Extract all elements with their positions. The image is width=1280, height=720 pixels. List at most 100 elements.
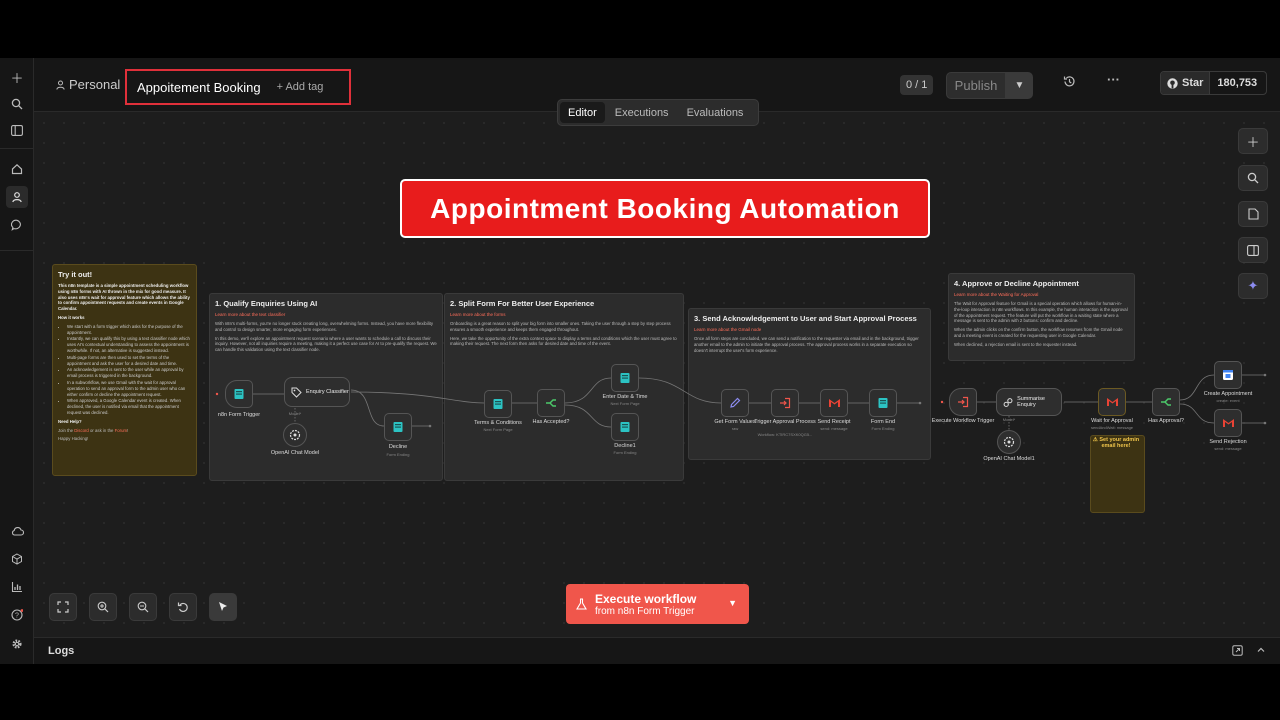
ai-assistant-button[interactable]: ✦	[1238, 273, 1268, 299]
execute-workflow-trigger-node[interactable]	[949, 388, 977, 416]
note-link[interactable]: Learn more about the text classifier	[215, 312, 437, 317]
note-link[interactable]: Learn more about the forms	[450, 312, 678, 317]
sticky-note-icon	[1247, 208, 1259, 220]
tab-editor[interactable]: Editor	[560, 102, 605, 123]
github-star-count: 180,753	[1217, 77, 1258, 89]
decline1-node[interactable]	[611, 413, 639, 441]
create-appointment-node[interactable]	[1214, 361, 1242, 389]
execute-workflow-label: Execute workflow from n8n Form Trigger	[595, 592, 696, 617]
note-title: Try it out!	[58, 270, 93, 279]
logs-panel[interactable]: Logs	[34, 637, 1280, 664]
node-label: Decline	[388, 444, 408, 450]
node-label: Enquiry Classifier	[306, 388, 349, 395]
has-approval-node[interactable]	[1152, 388, 1180, 416]
node-label: Send Rejection	[1209, 439, 1247, 445]
chevron-down-icon[interactable]: ▼	[728, 598, 737, 608]
toggle-panel-button[interactable]	[1238, 237, 1268, 263]
note-signoff: Happy Hacking!	[58, 436, 89, 442]
trigger-approval-node[interactable]	[771, 389, 799, 417]
discord-link[interactable]: Discord	[74, 428, 89, 433]
github-star-widget[interactable]: Star 180,753	[1160, 71, 1267, 95]
has-accepted-node[interactable]	[537, 389, 565, 417]
search-icon[interactable]	[6, 93, 28, 115]
list-item: We start with a form trigger which asks …	[67, 324, 191, 336]
node-sublabel: Form Ending	[386, 452, 410, 457]
node-sublabel: Workflow: KTIRC7SXK0QG5...	[757, 432, 813, 437]
project-name: Personal	[69, 77, 121, 92]
note-text: Here, we take the opportunity of the ext…	[450, 335, 677, 347]
zoom-out-button[interactable]	[129, 593, 157, 621]
workflow-title[interactable]: Appoitement Booking	[137, 80, 261, 95]
list-item: An acknowledgement is sent to the user w…	[67, 367, 191, 379]
note-title: 3. Send Acknowledgement to User and Star…	[694, 314, 917, 323]
history-icon[interactable]	[1063, 75, 1076, 91]
add-node-button[interactable]: ＋	[1238, 128, 1268, 154]
add-tag-button[interactable]: + Add tag	[277, 81, 324, 93]
home-icon[interactable]	[6, 158, 28, 180]
node-label: Create Appointment	[1203, 391, 1253, 397]
note-link[interactable]: Learn more about the Waiting for Approva…	[954, 292, 1129, 297]
add-sticky-button[interactable]	[1238, 201, 1268, 227]
tab-evaluations[interactable]: Evaluations	[679, 102, 752, 123]
add-icon[interactable]: ＋	[6, 66, 28, 88]
settings-gear-icon[interactable]	[6, 633, 28, 655]
execute-title: Execute workflow	[595, 591, 697, 606]
decline-node[interactable]	[384, 413, 412, 441]
wait-for-approval-node[interactable]	[1098, 388, 1126, 416]
insights-icon[interactable]	[6, 576, 28, 598]
note-link[interactable]: Learn more about the Gmail node	[694, 327, 925, 332]
sidebar-divider	[0, 250, 34, 251]
project-breadcrumb[interactable]: Personal	[56, 77, 120, 92]
tab-executions[interactable]: Executions	[607, 102, 677, 123]
sidebar-toggle-icon[interactable]	[6, 119, 28, 141]
send-rejection-node[interactable]	[1214, 409, 1242, 437]
cloud-icon[interactable]	[6, 520, 28, 542]
enter-date-time-node[interactable]	[611, 364, 639, 392]
form-trigger-node[interactable]	[225, 380, 253, 408]
node-label: Enter Date & Time	[602, 394, 648, 400]
more-options-icon[interactable]: ···	[1107, 72, 1120, 87]
summarise-enquiry-node[interactable]: Summarise Enquiry	[996, 388, 1062, 416]
help-icon[interactable]: ?	[6, 604, 28, 626]
flask-icon	[576, 598, 587, 610]
sidebar-divider	[0, 148, 34, 149]
gmail-icon	[828, 399, 840, 407]
pop-out-icon[interactable]	[1232, 645, 1243, 659]
form-icon	[878, 398, 888, 408]
node-connector-label: Model*	[288, 411, 302, 416]
terms-conditions-node[interactable]	[484, 390, 512, 418]
fit-view-button[interactable]	[49, 593, 77, 621]
openai-chat-model1-node[interactable]	[997, 430, 1021, 454]
search-nodes-button[interactable]	[1238, 165, 1268, 191]
gmail-icon	[1222, 419, 1234, 427]
openai-chat-model-node[interactable]	[283, 423, 307, 447]
chat-icon[interactable]	[6, 214, 28, 236]
undo-icon	[177, 602, 188, 613]
sticky-note-approve-decline[interactable]: 4. Approve or Decline Appointment Learn …	[948, 273, 1135, 361]
zoom-in-button[interactable]	[89, 593, 117, 621]
github-star-button[interactable]: Star	[1161, 72, 1211, 94]
form-end-node[interactable]	[869, 389, 897, 417]
publish-button[interactable]: Publish	[946, 72, 1006, 99]
publish-dropdown-button[interactable]: ▼	[1006, 72, 1033, 99]
sticky-note-acknowledgement[interactable]: 3. Send Acknowledgement to User and Star…	[688, 308, 931, 460]
workflow-canvas[interactable]: Appointment Booking Automation Try it ou…	[34, 113, 1280, 637]
plus-icon: ＋	[1246, 134, 1260, 150]
user-icon[interactable]	[6, 186, 28, 208]
warning-icon: ⚠	[1092, 437, 1098, 443]
tidy-up-button[interactable]	[209, 593, 237, 621]
get-form-values-node[interactable]	[721, 389, 749, 417]
package-icon[interactable]	[6, 548, 28, 570]
note-text: Once all form steps are concluded, we ca…	[694, 336, 919, 353]
note-subheading: How it works	[58, 314, 85, 320]
sticky-note-try-it-out[interactable]: Try it out! This n8n template is a simpl…	[52, 264, 197, 476]
enquiry-classifier-node[interactable]: Enquiry Classifier	[284, 377, 350, 407]
send-receipt-node[interactable]	[820, 389, 848, 417]
execute-workflow-icon	[958, 396, 969, 408]
forum-link[interactable]: Forum	[115, 428, 127, 433]
zoom-in-icon	[97, 601, 109, 613]
node-label: OpenAI Chat Model	[270, 450, 320, 456]
chevron-up-icon[interactable]	[1256, 645, 1266, 658]
execute-workflow-button[interactable]: Execute workflow from n8n Form Trigger ▼	[566, 584, 749, 624]
reset-zoom-button[interactable]	[169, 593, 197, 621]
